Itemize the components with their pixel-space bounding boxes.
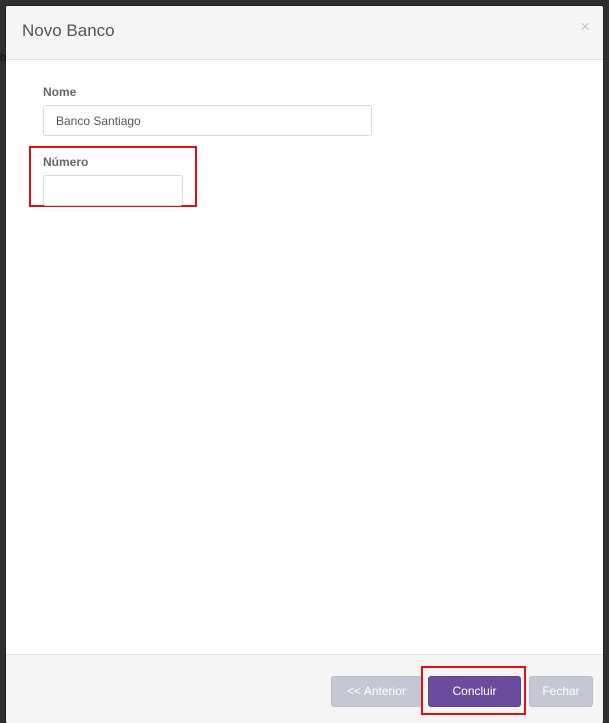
dialog-header: Novo Banco × [6, 6, 603, 60]
numero-label: Número [43, 155, 89, 169]
fechar-button[interactable]: Fechar [529, 676, 593, 707]
numero-input[interactable] [43, 175, 183, 206]
nome-label: Nome [43, 85, 77, 99]
concluir-button[interactable]: Concluir [428, 676, 521, 707]
close-icon[interactable]: × [580, 18, 590, 35]
new-bank-dialog: Novo Banco × Nome Número << Anterior Con… [6, 6, 603, 723]
dialog-body: Nome Número [6, 60, 603, 654]
nome-input[interactable] [43, 105, 372, 136]
anterior-button[interactable]: << Anterior [331, 676, 422, 707]
dialog-footer: << Anterior Concluir Fechar [6, 654, 603, 723]
dialog-title: Novo Banco [22, 21, 115, 40]
